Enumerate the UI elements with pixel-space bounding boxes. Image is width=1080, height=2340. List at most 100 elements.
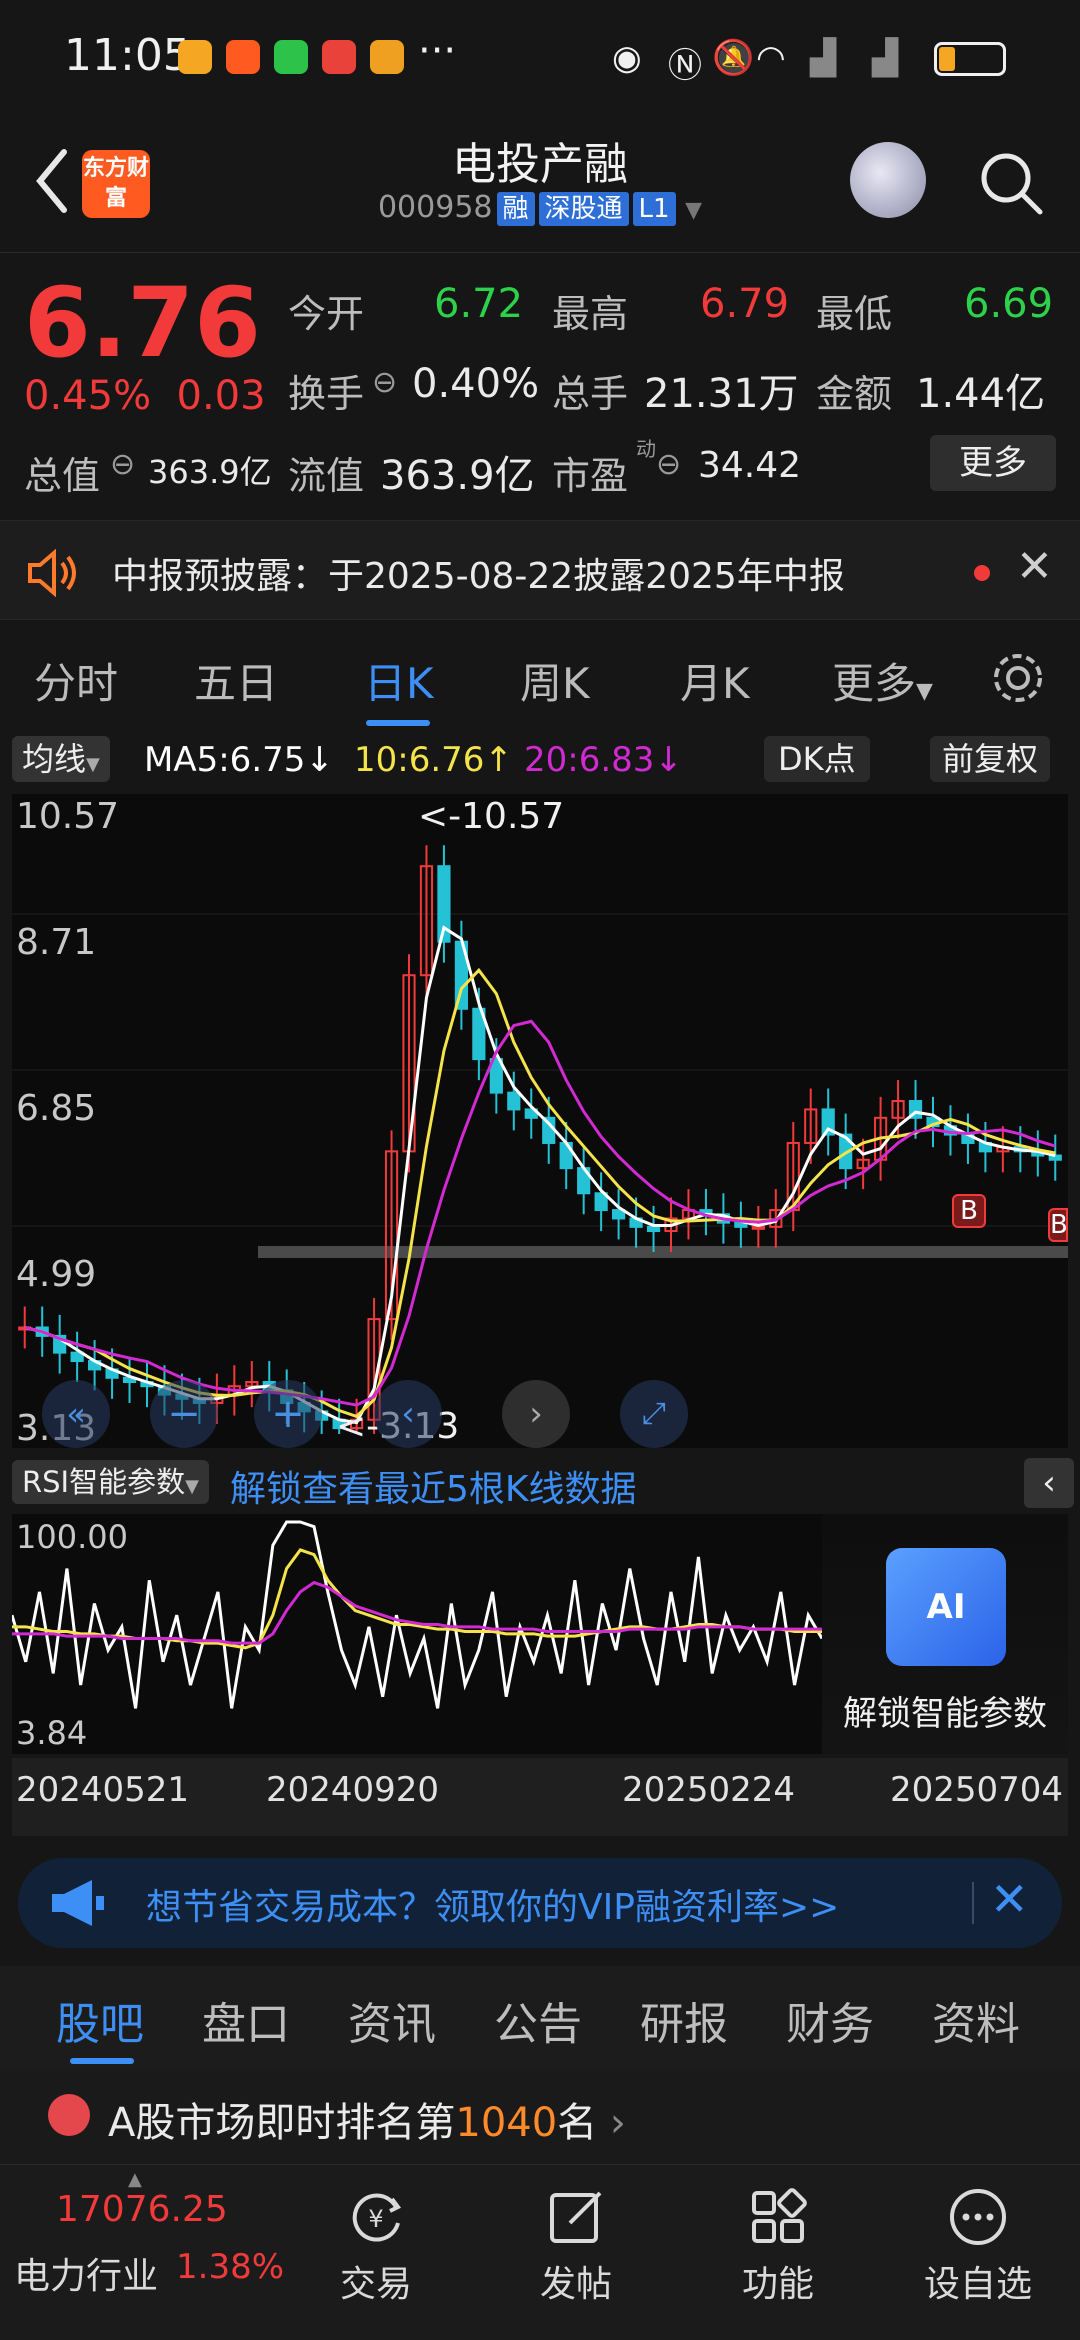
industry-index-button[interactable]: ▲ 17076.25 电力行业 1.38% xyxy=(0,2165,284,2340)
tab-profile[interactable]: 资料 xyxy=(932,1988,1020,2052)
rank-prefix: A股市场即时排名第 xyxy=(108,2100,456,2146)
tab-financials[interactable]: 财务 xyxy=(786,1988,874,2052)
ai-robot-avatar[interactable] xyxy=(850,142,926,218)
tab-news[interactable]: 资讯 xyxy=(348,1988,436,2052)
gear-icon[interactable] xyxy=(990,650,1046,706)
collapse-panel-button[interactable]: ‹ xyxy=(1024,1458,1074,1508)
active-tab-indicator xyxy=(366,720,430,726)
rsi-selector[interactable]: RSI智能参数▼ xyxy=(12,1460,209,1504)
nav-add-watchlist[interactable]: 设自选 xyxy=(908,2173,1048,2307)
tab-forum[interactable]: 股吧 xyxy=(56,1988,144,2052)
ma10-line xyxy=(24,967,1056,1419)
tab-weekly-k[interactable]: 周K xyxy=(520,650,590,711)
volume-label: 总手 xyxy=(552,372,629,416)
quote-panel: 6.76 0.45% 0.03 今开 6.72 最高 6.79 最低 6.69 … xyxy=(0,252,1080,512)
nav-post[interactable]: 发帖 xyxy=(506,2173,646,2307)
more-quote-button[interactable]: 更多 xyxy=(930,435,1056,491)
forward-adjust-button[interactable]: 前复权 xyxy=(930,736,1051,782)
scroll-right-button[interactable]: › xyxy=(502,1380,570,1448)
svg-text:¥: ¥ xyxy=(368,2205,383,2233)
rsi-y-label: 100.00 xyxy=(16,1518,128,1556)
rank-chart-icon xyxy=(48,2094,90,2136)
buy-marker[interactable]: B xyxy=(952,1194,986,1228)
scroll-left-fast-button[interactable]: « xyxy=(42,1380,110,1448)
status-time: 11:05 xyxy=(64,30,191,81)
nav-trade-label: 交易 xyxy=(339,2264,412,2305)
float-value: 363.9亿 xyxy=(380,453,535,499)
pe-label: 市盈 xyxy=(552,454,629,498)
dropdown-triangle-icon: ▼ xyxy=(86,754,100,775)
info-tabs: 股吧 盘口 资讯 公告 研报 财务 资料 xyxy=(0,1966,1080,2068)
promo-divider xyxy=(972,1882,974,1924)
close-promo-icon[interactable]: ✕ xyxy=(990,1872,1029,1926)
tab-monthly-k[interactable]: 月K xyxy=(680,650,750,711)
rsi-svg xyxy=(10,1520,824,1709)
rsi-line-1 xyxy=(10,1520,824,1709)
zoom-in-button[interactable]: + xyxy=(254,1380,322,1448)
info-icon[interactable]: ⊖ xyxy=(110,447,135,482)
tab-research[interactable]: 研报 xyxy=(640,1988,728,2052)
candle-body xyxy=(646,1225,661,1233)
rsi-selector-label: RSI智能参数 xyxy=(22,1465,186,1499)
tab-orderbook[interactable]: 盘口 xyxy=(202,1988,290,2052)
ma-legend-bar: 均线▼ MA5:6.75↓ 10:6.76↑ 20:6.83↓ DK点 前复权 xyxy=(0,728,1080,790)
rsi-header: RSI智能参数▼ 解锁查看最近5根K线数据 ‹ xyxy=(0,1454,1080,1510)
close-notice-icon[interactable]: ✕ xyxy=(1016,541,1053,592)
dropdown-triangle-icon: ▼ xyxy=(185,1476,199,1497)
ma-selector[interactable]: 均线▼ xyxy=(12,736,110,782)
price-change: 0.45% 0.03 xyxy=(24,373,266,419)
high-value: 6.79 xyxy=(700,281,790,327)
amount-label: 金额 xyxy=(816,372,893,416)
ai-unlock-panel[interactable]: AI 解锁智能参数 xyxy=(822,1514,1068,1754)
rank-number: 1040 xyxy=(455,2100,558,2146)
weibo-app-icon xyxy=(178,40,212,74)
tab-announcements[interactable]: 公告 xyxy=(494,1988,582,2052)
fullscreen-button[interactable]: ⤢ xyxy=(620,1380,688,1448)
notice-text: 中报预披露：于2025-08-22披露2025年中报 xyxy=(112,556,845,597)
nav-functions[interactable]: 功能 xyxy=(708,2173,848,2307)
search-icon[interactable] xyxy=(978,150,1044,216)
stock-code: 000958 xyxy=(377,190,493,225)
dk-point-button[interactable]: DK点 xyxy=(764,736,870,782)
tab-more[interactable]: 更多▼ xyxy=(832,650,933,711)
x-label: 20240920 xyxy=(266,1770,440,1810)
info-icon[interactable]: ⊖ xyxy=(656,447,681,482)
favorite-dots-icon xyxy=(950,2189,1006,2245)
industry-index-value: 17076.25 xyxy=(56,2189,228,2230)
scroll-left-button[interactable]: ‹ xyxy=(374,1380,442,1448)
change-amount: 0.03 xyxy=(176,373,266,419)
dropdown-triangle-icon: ▼ xyxy=(685,198,703,223)
ma10-value: 10:6.76↑ xyxy=(354,740,513,780)
nfc-icon: Ⓝ xyxy=(668,46,702,86)
rsi-unlock-link[interactable]: 解锁查看最近5根K线数据 xyxy=(230,1460,637,1512)
wifi-icon: ◠ xyxy=(756,38,786,78)
tab-intraday[interactable]: 分时 xyxy=(34,650,118,711)
wechat-app-icon xyxy=(274,40,308,74)
info-icon[interactable]: ⊖ xyxy=(372,365,397,400)
buy-marker[interactable]: B xyxy=(1048,1208,1068,1242)
change-percent: 0.45% xyxy=(24,373,152,419)
kline-chart[interactable]: 10.57 8.71 6.85 4.99 3.13 <-10.57 <-3.13… xyxy=(12,794,1068,1449)
megaphone-icon xyxy=(52,1880,104,1926)
industry-change-pct: 1.38% xyxy=(176,2247,285,2287)
active-tab-indicator xyxy=(70,2058,134,2064)
kline-svg xyxy=(12,845,1068,1434)
zoom-out-button[interactable]: − xyxy=(150,1380,218,1448)
ma20-line xyxy=(24,1019,1056,1407)
date-axis: 20240521 20240920 20250224 20250704 xyxy=(12,1758,1068,1836)
y-label: 10.57 xyxy=(16,796,120,837)
vip-promo-banner[interactable]: 想节省交易成本？领取你的VIP融资利率>> ✕ xyxy=(18,1858,1062,1948)
ai-chart-icon: AI xyxy=(886,1548,1006,1666)
pe-dynamic-sup: 动 xyxy=(636,437,656,461)
open-label: 今开 xyxy=(288,292,365,336)
connect-tag: 深股通 xyxy=(538,191,629,226)
market-rank-row[interactable]: A股市场即时排名第1040名 › xyxy=(0,2068,1080,2164)
notice-bar[interactable]: 中报预披露：于2025-08-22披露2025年中报 ✕ xyxy=(0,520,1080,620)
caret-up-icon: ▲ xyxy=(128,2169,142,2190)
rsi-y-label: 3.84 xyxy=(16,1714,88,1752)
tab-five-day[interactable]: 五日 xyxy=(194,650,278,711)
unread-dot xyxy=(974,565,990,581)
tab-daily-k[interactable]: 日K xyxy=(364,650,434,711)
kline-tabs: 分时 五日 日K 周K 月K 更多▼ xyxy=(0,628,1080,728)
nav-trade[interactable]: ¥ 交易 xyxy=(306,2173,446,2307)
